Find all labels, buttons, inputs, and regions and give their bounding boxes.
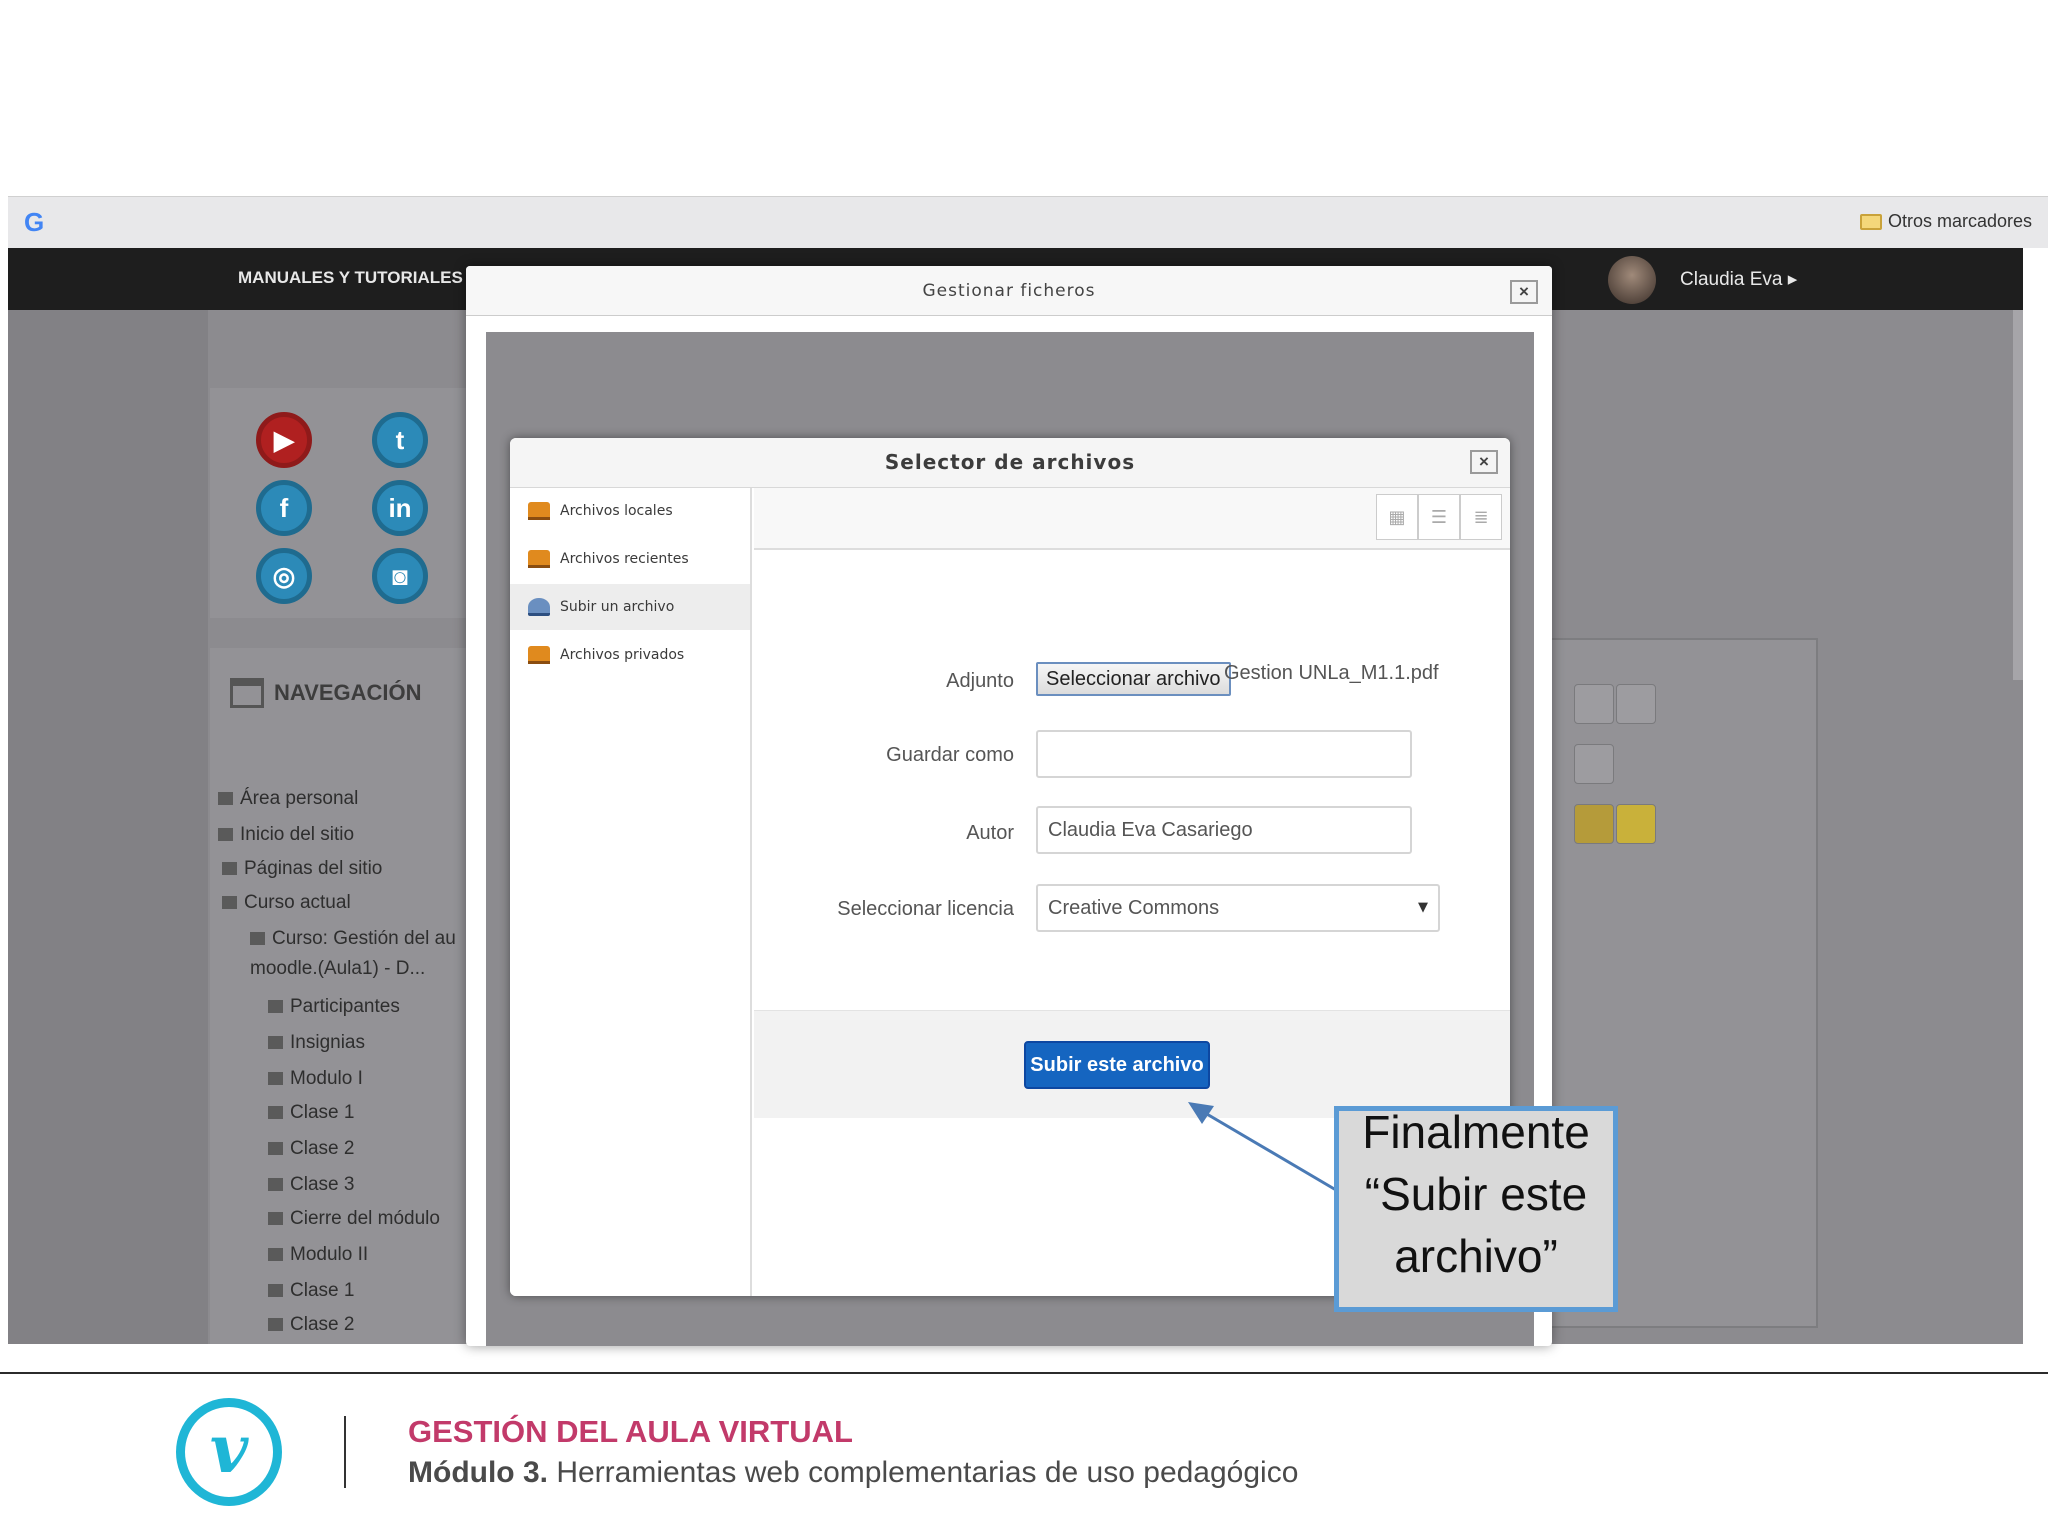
sitemap-icon xyxy=(230,678,264,708)
tree-view-icon[interactable]: ≣ xyxy=(1460,494,1502,540)
repository-list: Archivos locales Archivos recientes Subi… xyxy=(510,488,752,1296)
nav-item[interactable]: Modulo II xyxy=(268,1244,368,1266)
brand-logo: v xyxy=(176,1398,282,1506)
chemistry-icon[interactable] xyxy=(1616,804,1656,844)
license-select[interactable]: Creative Commons ▼ xyxy=(1036,884,1440,932)
bookmarks-bar: G Otros marcadores xyxy=(8,196,2048,248)
repository-icon xyxy=(528,550,550,568)
close-icon[interactable]: × xyxy=(1470,450,1498,474)
file-picker-header: Selector de archivos × xyxy=(510,438,1510,488)
chosen-file-name: Gestion UNLa_M1.1.pdf xyxy=(1224,662,1439,684)
repo-label: Archivos locales xyxy=(560,503,673,519)
list-view-icon[interactable]: ☰ xyxy=(1418,494,1460,540)
nav-item[interactable]: Curso actual xyxy=(222,892,351,914)
upload-file-button[interactable]: Subir este archivo xyxy=(1024,1041,1210,1089)
file-picker-title: Selector de archivos xyxy=(884,450,1136,474)
indent-icon[interactable] xyxy=(1574,744,1614,784)
nav-item[interactable]: Inicio del sitio xyxy=(218,824,354,846)
navigation-title: NAVEGACIÓN xyxy=(230,678,422,708)
author-label: Autor xyxy=(966,822,1014,844)
social-links-block: ▶ t f in ◎ ◙ xyxy=(210,388,480,618)
license-selected-value: Creative Commons xyxy=(1048,897,1220,919)
license-label: Seleccionar licencia xyxy=(837,898,1014,920)
twitter-icon[interactable]: t xyxy=(372,412,428,468)
upload-form: Adjunto Seleccionar archivo Gestion UNLa… xyxy=(754,550,1510,1020)
repository-icon xyxy=(528,502,550,520)
arrow-line xyxy=(1199,1108,1337,1192)
google-icon[interactable]: G xyxy=(24,207,44,238)
attachment-label: Adjunto xyxy=(946,670,1014,692)
callout-arrow xyxy=(1188,1102,1337,1192)
nav-item[interactable]: Insignias xyxy=(268,1032,365,1054)
nav-item[interactable]: Clase 2 xyxy=(268,1138,354,1160)
file-manager-title: Gestionar ficheros xyxy=(922,281,1096,301)
save-as-field[interactable] xyxy=(1036,730,1412,778)
nav-item[interactable]: Clase 1 xyxy=(268,1280,354,1302)
repo-upload-file[interactable]: Subir un archivo xyxy=(510,584,750,630)
equation-icon[interactable] xyxy=(1574,804,1614,844)
avatar[interactable] xyxy=(1608,256,1656,304)
repo-label: Subir un archivo xyxy=(560,599,675,615)
other-bookmarks-folder[interactable]: Otros marcadores xyxy=(1859,211,2032,232)
choose-file-button[interactable]: Seleccionar archivo xyxy=(1036,662,1231,696)
repo-local-files[interactable]: Archivos locales xyxy=(510,488,750,534)
repository-icon xyxy=(528,646,550,664)
nav-item[interactable]: Modulo I xyxy=(268,1068,363,1090)
page-scrollbar[interactable] xyxy=(2013,310,2023,680)
circle-icon[interactable]: ◎ xyxy=(256,548,312,604)
file-manager-header: Gestionar ficheros × xyxy=(466,266,1552,316)
other-bookmarks-label: Otros marcadores xyxy=(1887,211,2032,231)
nav-item[interactable]: Clase 1 xyxy=(268,1102,354,1124)
save-as-label: Guardar como xyxy=(886,744,1014,766)
nav-item[interactable]: Curso: Gestión del au xyxy=(250,928,456,950)
camera-icon[interactable]: ◙ xyxy=(372,548,428,604)
user-menu[interactable]: Claudia Eva ▸ xyxy=(1680,268,1797,291)
module-description: Herramientas web complementarias de uso … xyxy=(547,1456,1299,1489)
course-title: GESTIÓN DEL AULA VIRTUAL xyxy=(408,1414,853,1449)
nav-item[interactable]: Participantes xyxy=(268,996,400,1018)
nav-item[interactable]: moodle.(Aula1) - D... xyxy=(250,958,425,980)
chevron-down-icon: ▼ xyxy=(1418,900,1428,915)
youtube-icon[interactable]: ▶ xyxy=(256,412,312,468)
facebook-icon[interactable]: f xyxy=(256,480,312,536)
repo-recent-files[interactable]: Archivos recientes xyxy=(510,536,750,582)
navigation-block: NAVEGACIÓN Área personal Inicio del sitio… xyxy=(210,648,480,1344)
link-icon[interactable] xyxy=(1574,684,1614,724)
repo-label: Archivos recientes xyxy=(560,551,689,567)
arrow-head xyxy=(1188,1102,1214,1124)
nav-item[interactable]: Cierre del módulo xyxy=(268,1208,440,1230)
navigation-heading: NAVEGACIÓN xyxy=(274,680,422,705)
author-field[interactable]: Claudia Eva Casariego xyxy=(1036,806,1412,854)
page-margin xyxy=(8,310,208,1344)
module-subtitle: Módulo 3. Herramientas web complementari… xyxy=(408,1456,1298,1490)
footer-divider xyxy=(0,1372,2048,1374)
module-number: Módulo 3. xyxy=(408,1456,548,1489)
unlink-icon[interactable] xyxy=(1616,684,1656,724)
folder-icon xyxy=(1859,213,1882,230)
callout-box: Finalmente “Subir este archivo” xyxy=(1334,1106,1618,1312)
footer-separator xyxy=(344,1416,346,1488)
nav-item[interactable]: Páginas del sitio xyxy=(222,858,382,880)
manuales-menu[interactable]: MANUALES Y TUTORIALES ▸ xyxy=(238,268,476,288)
slide: G Otros marcadores MANUALES Y TUTORIALES… xyxy=(0,0,2048,1536)
upload-icon xyxy=(528,598,550,616)
view-mode-group: ▦ ☰ ≣ xyxy=(1376,494,1502,540)
nav-item[interactable]: Clase 3 xyxy=(268,1174,354,1196)
close-icon[interactable]: × xyxy=(1510,280,1538,304)
repo-label: Archivos privados xyxy=(560,647,685,663)
file-picker-toolbar: ▦ ☰ ≣ xyxy=(754,488,1510,550)
callout-text: Finalmente “Subir este archivo” xyxy=(1362,1106,1590,1282)
nav-item[interactable]: Área personal xyxy=(218,788,358,810)
nav-item[interactable]: Clase 2 xyxy=(268,1314,354,1336)
linkedin-icon[interactable]: in xyxy=(372,480,428,536)
icons-view-icon[interactable]: ▦ xyxy=(1376,494,1418,540)
repo-private-files[interactable]: Archivos privados xyxy=(510,632,750,678)
